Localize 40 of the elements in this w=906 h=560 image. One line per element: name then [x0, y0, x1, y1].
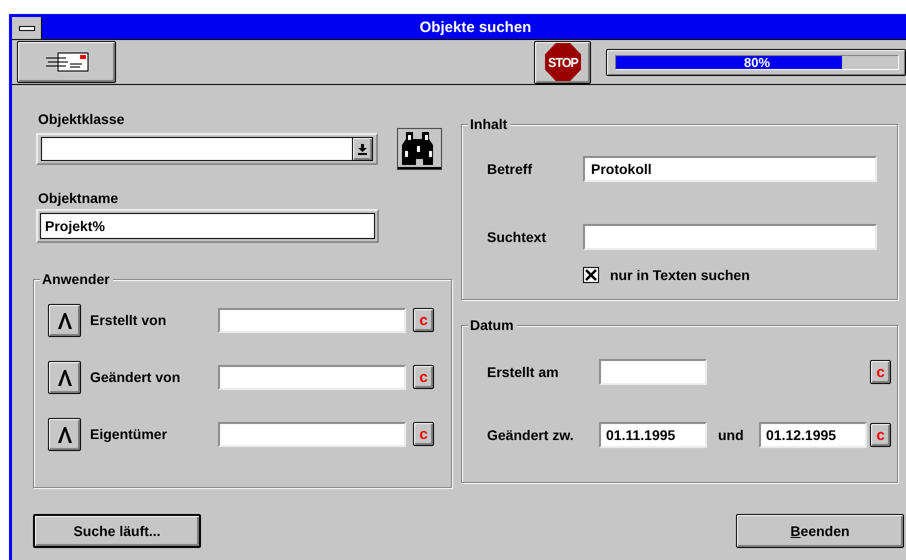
dropdown-button[interactable] — [352, 138, 372, 160]
system-menu-button[interactable] — [12, 17, 42, 39]
send-button[interactable] — [17, 41, 116, 83]
field-label: Eigentümer — [89, 425, 168, 444]
field-label: Geändert zw. — [487, 427, 575, 443]
field-label: Erstellt von — [89, 311, 168, 330]
stop-button[interactable]: STOP — [534, 40, 591, 84]
input-field[interactable]: Projekt% — [40, 213, 375, 239]
progress-reading: 80% — [742, 54, 772, 70]
caret-icon — [58, 370, 72, 386]
checkbox-label: nur in Texten suchen — [610, 267, 750, 283]
field-label: Objektname — [38, 190, 120, 206]
date-field[interactable]: 01.11.1995 — [599, 422, 707, 448]
date-field[interactable] — [599, 359, 707, 385]
minus-icon — [18, 26, 34, 30]
lookup-button[interactable] — [48, 304, 81, 337]
caret-icon — [58, 312, 72, 328]
input-field[interactable] — [218, 308, 406, 333]
arrow-down-icon — [358, 144, 367, 154]
input-field[interactable] — [583, 224, 877, 250]
field-label: und — [717, 427, 745, 443]
checkbox[interactable] — [583, 267, 599, 283]
envelope-icon — [44, 50, 90, 74]
lookup-button[interactable] — [48, 418, 81, 451]
field-label: Suchtext — [487, 229, 548, 245]
input-field[interactable]: Protokoll — [583, 156, 877, 182]
input-field[interactable] — [218, 365, 406, 390]
close-button[interactable]: Beenden — [736, 514, 904, 548]
field-label: Objektklasse — [38, 111, 126, 127]
window-title: Objekte suchen — [418, 18, 532, 38]
dropdown-field[interactable] — [36, 133, 378, 165]
field-label: Geändert von — [89, 368, 182, 387]
field-label: Erstellt am — [487, 364, 560, 380]
lookup-button[interactable] — [48, 361, 81, 394]
binoculars-icon — [398, 129, 441, 169]
input-field[interactable] — [218, 422, 406, 447]
field-label: Betreff — [487, 161, 534, 177]
search-button[interactable]: Suche läuft... — [33, 514, 201, 548]
date-field[interactable]: 01.12.1995 — [759, 422, 867, 448]
caret-icon — [58, 426, 72, 442]
